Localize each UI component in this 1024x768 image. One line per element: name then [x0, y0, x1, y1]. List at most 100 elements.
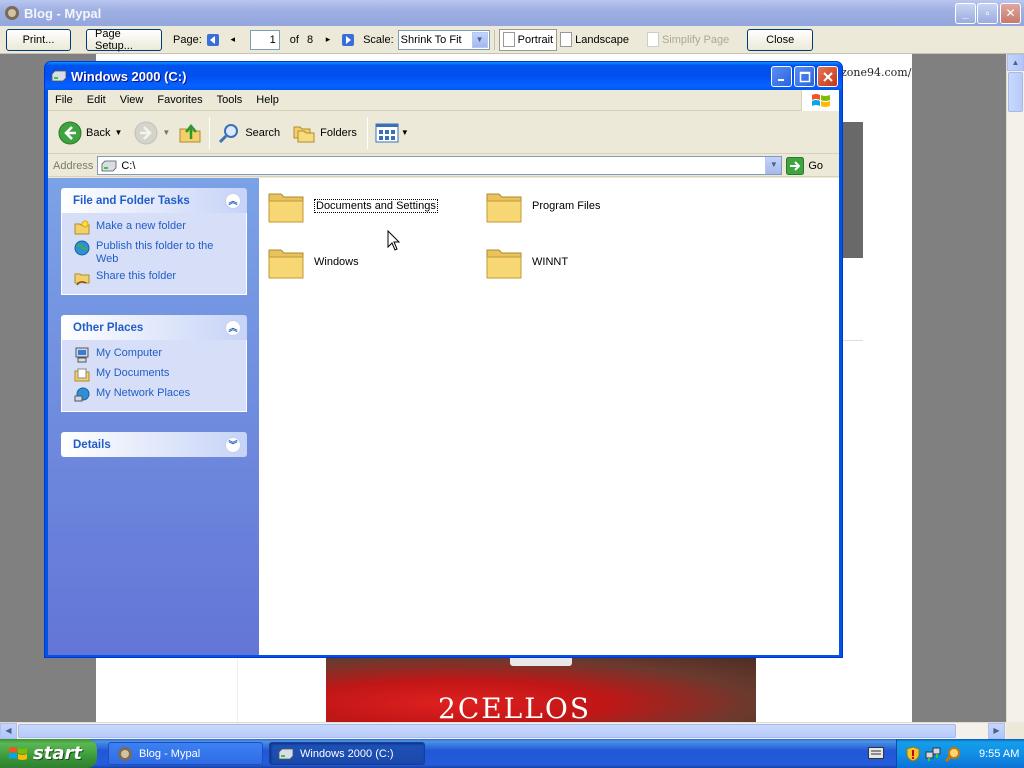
close-button[interactable] [817, 66, 838, 87]
chevron-down-icon[interactable]: ▼ [471, 31, 488, 48]
last-page-icon[interactable] [341, 33, 355, 47]
explorer-titlebar[interactable]: Windows 2000 (C:) [45, 62, 842, 90]
folder-icon [268, 193, 304, 223]
folders-button[interactable]: Folders [288, 116, 361, 150]
up-folder-button[interactable] [174, 116, 206, 150]
portrait-label: Portrait [517, 33, 554, 46]
forward-button[interactable]: ▼ [130, 116, 174, 150]
menu-edit[interactable]: Edit [80, 94, 113, 106]
my-network-places-link[interactable]: My Network Places [74, 387, 238, 403]
keyboard-icon[interactable] [868, 746, 884, 760]
search-icon[interactable] [945, 746, 961, 762]
file-folder-tasks-title: File and Folder Tasks [73, 194, 190, 207]
folder-item[interactable]: Documents and Settings [267, 188, 438, 224]
mypal-app-icon [118, 746, 132, 761]
search-button[interactable]: Search [213, 116, 284, 150]
clock[interactable]: 9:55 AM [979, 748, 1019, 760]
scroll-up-icon[interactable]: ▲ [1007, 54, 1024, 71]
page-setup-button[interactable]: Page Setup... [86, 28, 162, 52]
address-bar: Address C:\ ▼ Go [48, 155, 839, 177]
maximize-icon [799, 71, 810, 82]
views-button[interactable]: ▼ [371, 116, 413, 150]
chevron-down-icon[interactable]: ▼ [114, 128, 122, 137]
horizontal-scrollbar[interactable]: ◀ ▶ [0, 722, 1006, 739]
folder-item[interactable]: Windows [267, 244, 359, 280]
maximize-button[interactable] [794, 66, 815, 87]
my-documents-link[interactable]: My Documents [74, 367, 238, 383]
folder-item[interactable]: WINNT [485, 244, 568, 280]
make-new-folder-link[interactable]: Make a new folder [74, 220, 238, 236]
chevron-down-icon[interactable]: ▼ [162, 128, 170, 137]
folders-icon [293, 126, 315, 142]
first-page-icon[interactable] [206, 33, 220, 47]
scale-select[interactable]: Shrink To Fit ▼ [397, 29, 490, 50]
total-pages: 8 [306, 33, 314, 46]
taskbar-item-explorer[interactable]: Windows 2000 (C:) [269, 742, 425, 765]
browser-restore-button[interactable]: ▫ [977, 3, 998, 24]
mouse-cursor-icon [387, 230, 401, 251]
close-preview-button[interactable]: Close [747, 28, 814, 51]
simplify-page-icon [646, 32, 659, 47]
network-icon [74, 387, 90, 402]
menu-tools[interactable]: Tools [210, 94, 250, 106]
close-icon [822, 71, 833, 82]
browser-close-button[interactable]: ✕ [1000, 3, 1021, 24]
next-page-icon[interactable]: ▸ [321, 33, 335, 47]
taskbar-item-browser[interactable]: Blog - Mypal [108, 742, 263, 765]
globe-icon [74, 240, 90, 256]
share-folder-label: Share this folder [96, 270, 177, 282]
go-button[interactable]: Go [786, 156, 823, 175]
share-folder-link[interactable]: Share this folder [74, 270, 238, 286]
mypal-app-icon [5, 6, 19, 20]
publish-folder-link[interactable]: Publish this folder to the Web [74, 240, 238, 266]
scale-value: Shrink To Fit [400, 33, 462, 46]
vertical-scroll-thumb[interactable] [1008, 72, 1023, 112]
other-places-header[interactable]: Other Places ︽ [61, 315, 247, 340]
scrollbar-corner [1006, 722, 1024, 739]
go-arrow-icon [786, 156, 805, 175]
browser-minimize-button[interactable]: _ [955, 3, 976, 24]
scroll-right-icon[interactable]: ▶ [988, 723, 1005, 739]
my-computer-link[interactable]: My Computer [74, 347, 238, 363]
chevron-down-icon[interactable]: ▼ [401, 128, 409, 137]
previous-page-icon[interactable]: ◂ [226, 33, 240, 47]
folder-icon [268, 249, 304, 279]
start-button[interactable]: start [0, 739, 97, 768]
network-status-icon[interactable] [925, 746, 941, 762]
other-places-title: Other Places [73, 321, 144, 334]
file-folder-tasks-header[interactable]: File and Folder Tasks ︽ [61, 188, 247, 213]
menu-view[interactable]: View [113, 94, 151, 106]
menu-help[interactable]: Help [249, 94, 286, 106]
menu-file[interactable]: File [48, 94, 80, 106]
vertical-scrollbar[interactable]: ▲ [1006, 54, 1024, 722]
explorer-window: Windows 2000 (C:) File Edit View Favorit… [44, 61, 843, 658]
address-value: C:\ [121, 159, 136, 172]
menu-favorites[interactable]: Favorites [150, 94, 209, 106]
page-number-input[interactable] [249, 29, 280, 50]
minimize-icon [777, 78, 784, 81]
chevron-up-icon[interactable]: ︽ [225, 192, 241, 209]
folder-icon [486, 193, 522, 223]
browser-title: Blog - Mypal [24, 5, 102, 21]
minimize-button[interactable] [771, 66, 792, 87]
toolbar-separator [209, 116, 211, 149]
address-field[interactable]: C:\ ▼ [97, 156, 783, 175]
folder-name: Windows [314, 256, 359, 268]
details-header[interactable]: Details ︾ [61, 432, 247, 457]
back-button[interactable]: Back ▼ [54, 116, 126, 150]
standard-toolbar: Back ▼ ▼ Search Folders ▼ [48, 112, 839, 154]
horizontal-scroll-thumb[interactable] [18, 724, 956, 738]
scroll-left-icon[interactable]: ◀ [0, 723, 17, 739]
simplify-page-toggle[interactable]: Simplify Page [644, 29, 732, 51]
file-folder-tasks-body: Make a new folder Publish this folder to… [61, 213, 247, 295]
chevron-down-icon[interactable]: ︾ [225, 436, 241, 453]
taskbar-item-label: Blog - Mypal [139, 747, 201, 760]
print-button[interactable]: Print... [6, 28, 71, 51]
other-places-body: My Computer My Documents My Network Plac… [61, 340, 247, 412]
chevron-up-icon[interactable]: ︽ [225, 319, 241, 336]
landscape-toggle[interactable]: Landscape [557, 29, 632, 51]
portrait-toggle[interactable]: Portrait [498, 28, 558, 51]
chevron-down-icon[interactable]: ▼ [765, 157, 782, 174]
folder-item[interactable]: Program Files [485, 188, 600, 224]
security-shield-icon[interactable] [905, 745, 921, 762]
